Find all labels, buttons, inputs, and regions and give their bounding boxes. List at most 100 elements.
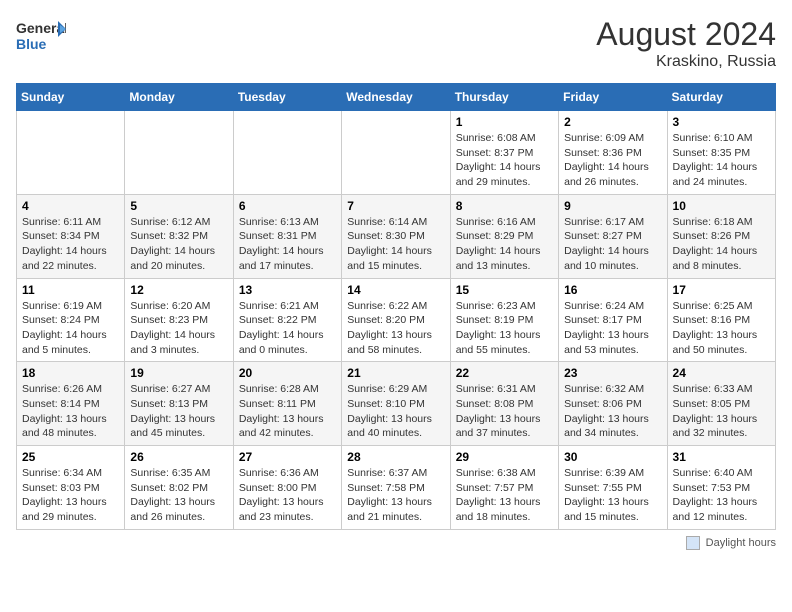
day-info: Sunrise: 6:26 AM Sunset: 8:14 PM Dayligh… (22, 382, 119, 441)
calendar-cell: 9 Sunrise: 6:17 AM Sunset: 8:27 PM Daylig… (559, 194, 667, 278)
calendar-week-row: 25 Sunrise: 6:34 AM Sunset: 8:03 PM Dayli… (17, 446, 776, 530)
day-info: Sunrise: 6:34 AM Sunset: 8:03 PM Dayligh… (22, 466, 119, 525)
calendar-cell: 22 Sunrise: 6:31 AM Sunset: 8:08 PM Dayli… (450, 362, 558, 446)
calendar-cell: 19 Sunrise: 6:27 AM Sunset: 8:13 PM Dayli… (125, 362, 233, 446)
calendar-cell: 2 Sunrise: 6:09 AM Sunset: 8:36 PM Daylig… (559, 111, 667, 195)
weekday-header-friday: Friday (559, 84, 667, 111)
day-info: Sunrise: 6:19 AM Sunset: 8:24 PM Dayligh… (22, 299, 119, 358)
calendar-cell: 28 Sunrise: 6:37 AM Sunset: 7:58 PM Dayli… (342, 446, 450, 530)
day-number: 27 (239, 450, 336, 464)
day-info: Sunrise: 6:32 AM Sunset: 8:06 PM Dayligh… (564, 382, 661, 441)
calendar-cell: 1Sunrise: 6:08 AM Sunset: 8:37 PM Daylig… (450, 111, 558, 195)
day-number: 20 (239, 366, 336, 380)
day-number: 24 (673, 366, 770, 380)
calendar-cell: 31 Sunrise: 6:40 AM Sunset: 7:53 PM Dayli… (667, 446, 775, 530)
weekday-header-wednesday: Wednesday (342, 84, 450, 111)
calendar-cell: 29 Sunrise: 6:38 AM Sunset: 7:57 PM Dayli… (450, 446, 558, 530)
day-number: 19 (130, 366, 227, 380)
legend-label: Daylight hours (706, 537, 776, 549)
calendar-cell: 6Sunrise: 6:13 AM Sunset: 8:31 PM Daylig… (233, 194, 341, 278)
day-info: Sunrise: 6:10 AM Sunset: 8:35 PM Dayligh… (673, 131, 770, 190)
day-info: Sunrise: 6:09 AM Sunset: 8:36 PM Dayligh… (564, 131, 661, 190)
day-number: 10 (673, 199, 770, 213)
calendar-cell: 18 Sunrise: 6:26 AM Sunset: 8:14 PM Dayli… (17, 362, 125, 446)
day-number: 29 (456, 450, 553, 464)
day-number: 21 (347, 366, 444, 380)
calendar-cell (17, 111, 125, 195)
calendar-cell (125, 111, 233, 195)
calendar-cell: 17 Sunrise: 6:25 AM Sunset: 8:16 PM Dayli… (667, 278, 775, 362)
day-info: Sunrise: 6:33 AM Sunset: 8:05 PM Dayligh… (673, 382, 770, 441)
day-info: Sunrise: 6:27 AM Sunset: 8:13 PM Dayligh… (130, 382, 227, 441)
day-number: 2 (564, 115, 661, 129)
day-info: Sunrise: 6:37 AM Sunset: 7:58 PM Dayligh… (347, 466, 444, 525)
day-number: 22 (456, 366, 553, 380)
calendar-week-row: 11Sunrise: 6:19 AM Sunset: 8:24 PM Dayli… (17, 278, 776, 362)
day-number: 18 (22, 366, 119, 380)
calendar-cell: 11Sunrise: 6:19 AM Sunset: 8:24 PM Dayli… (17, 278, 125, 362)
day-info: Sunrise: 6:17 AM Sunset: 8:27 PM Dayligh… (564, 215, 661, 274)
calendar-cell: 20 Sunrise: 6:28 AM Sunset: 8:11 PM Dayli… (233, 362, 341, 446)
calendar-table: SundayMondayTuesdayWednesdayThursdayFrid… (16, 83, 776, 530)
calendar-cell: 26Sunrise: 6:35 AM Sunset: 8:02 PM Dayli… (125, 446, 233, 530)
day-number: 3 (673, 115, 770, 129)
calendar-cell: 24 Sunrise: 6:33 AM Sunset: 8:05 PM Dayli… (667, 362, 775, 446)
calendar-cell: 16 Sunrise: 6:24 AM Sunset: 8:17 PM Dayli… (559, 278, 667, 362)
calendar-cell: 27 Sunrise: 6:36 AM Sunset: 8:00 PM Dayli… (233, 446, 341, 530)
day-number: 1 (456, 115, 553, 129)
calendar-cell: 15Sunrise: 6:23 AM Sunset: 8:19 PM Dayli… (450, 278, 558, 362)
day-info: Sunrise: 6:11 AM Sunset: 8:34 PM Dayligh… (22, 215, 119, 274)
weekday-header-saturday: Saturday (667, 84, 775, 111)
weekday-header-monday: Monday (125, 84, 233, 111)
calendar-cell: 10Sunrise: 6:18 AM Sunset: 8:26 PM Dayli… (667, 194, 775, 278)
day-info: Sunrise: 6:25 AM Sunset: 8:16 PM Dayligh… (673, 299, 770, 358)
day-info: Sunrise: 6:29 AM Sunset: 8:10 PM Dayligh… (347, 382, 444, 441)
day-number: 30 (564, 450, 661, 464)
day-number: 28 (347, 450, 444, 464)
calendar-cell: 23Sunrise: 6:32 AM Sunset: 8:06 PM Dayli… (559, 362, 667, 446)
calendar-week-row: 18 Sunrise: 6:26 AM Sunset: 8:14 PM Dayli… (17, 362, 776, 446)
day-number: 25 (22, 450, 119, 464)
svg-text:Blue: Blue (16, 36, 47, 52)
day-info: Sunrise: 6:22 AM Sunset: 8:20 PM Dayligh… (347, 299, 444, 358)
calendar-cell: 4 Sunrise: 6:11 AM Sunset: 8:34 PM Daylig… (17, 194, 125, 278)
calendar-cell (342, 111, 450, 195)
weekday-header-tuesday: Tuesday (233, 84, 341, 111)
day-info: Sunrise: 6:31 AM Sunset: 8:08 PM Dayligh… (456, 382, 553, 441)
calendar-cell: 30 Sunrise: 6:39 AM Sunset: 7:55 PM Dayli… (559, 446, 667, 530)
weekday-header-sunday: Sunday (17, 84, 125, 111)
calendar-cell: 7Sunrise: 6:14 AM Sunset: 8:30 PM Daylig… (342, 194, 450, 278)
day-info: Sunrise: 6:24 AM Sunset: 8:17 PM Dayligh… (564, 299, 661, 358)
day-number: 5 (130, 199, 227, 213)
calendar-cell: 13 Sunrise: 6:21 AM Sunset: 8:22 PM Dayli… (233, 278, 341, 362)
day-info: Sunrise: 6:40 AM Sunset: 7:53 PM Dayligh… (673, 466, 770, 525)
day-info: Sunrise: 6:38 AM Sunset: 7:57 PM Dayligh… (456, 466, 553, 525)
day-number: 13 (239, 283, 336, 297)
day-info: Sunrise: 6:36 AM Sunset: 8:00 PM Dayligh… (239, 466, 336, 525)
calendar-cell: 12Sunrise: 6:20 AM Sunset: 8:23 PM Dayli… (125, 278, 233, 362)
calendar-cell: 14 Sunrise: 6:22 AM Sunset: 8:20 PM Dayli… (342, 278, 450, 362)
month-year-title: August 2024 (596, 16, 776, 53)
calendar-week-row: 1Sunrise: 6:08 AM Sunset: 8:37 PM Daylig… (17, 111, 776, 195)
day-info: Sunrise: 6:21 AM Sunset: 8:22 PM Dayligh… (239, 299, 336, 358)
day-number: 16 (564, 283, 661, 297)
logo-svg: GeneralBlue (16, 16, 66, 56)
day-number: 14 (347, 283, 444, 297)
day-number: 17 (673, 283, 770, 297)
location-title: Kraskino, Russia (596, 53, 776, 71)
calendar-cell: 25 Sunrise: 6:34 AM Sunset: 8:03 PM Dayli… (17, 446, 125, 530)
day-info: Sunrise: 6:35 AM Sunset: 8:02 PM Dayligh… (130, 466, 227, 525)
day-info: Sunrise: 6:12 AM Sunset: 8:32 PM Dayligh… (130, 215, 227, 274)
calendar-week-row: 4 Sunrise: 6:11 AM Sunset: 8:34 PM Daylig… (17, 194, 776, 278)
calendar-cell (233, 111, 341, 195)
day-info: Sunrise: 6:14 AM Sunset: 8:30 PM Dayligh… (347, 215, 444, 274)
title-block: August 2024 Kraskino, Russia (596, 16, 776, 71)
day-info: Sunrise: 6:39 AM Sunset: 7:55 PM Dayligh… (564, 466, 661, 525)
day-number: 4 (22, 199, 119, 213)
day-info: Sunrise: 6:16 AM Sunset: 8:29 PM Dayligh… (456, 215, 553, 274)
day-info: Sunrise: 6:28 AM Sunset: 8:11 PM Dayligh… (239, 382, 336, 441)
calendar-cell: 21 Sunrise: 6:29 AM Sunset: 8:10 PM Dayli… (342, 362, 450, 446)
weekday-header-thursday: Thursday (450, 84, 558, 111)
day-number: 31 (673, 450, 770, 464)
day-number: 9 (564, 199, 661, 213)
